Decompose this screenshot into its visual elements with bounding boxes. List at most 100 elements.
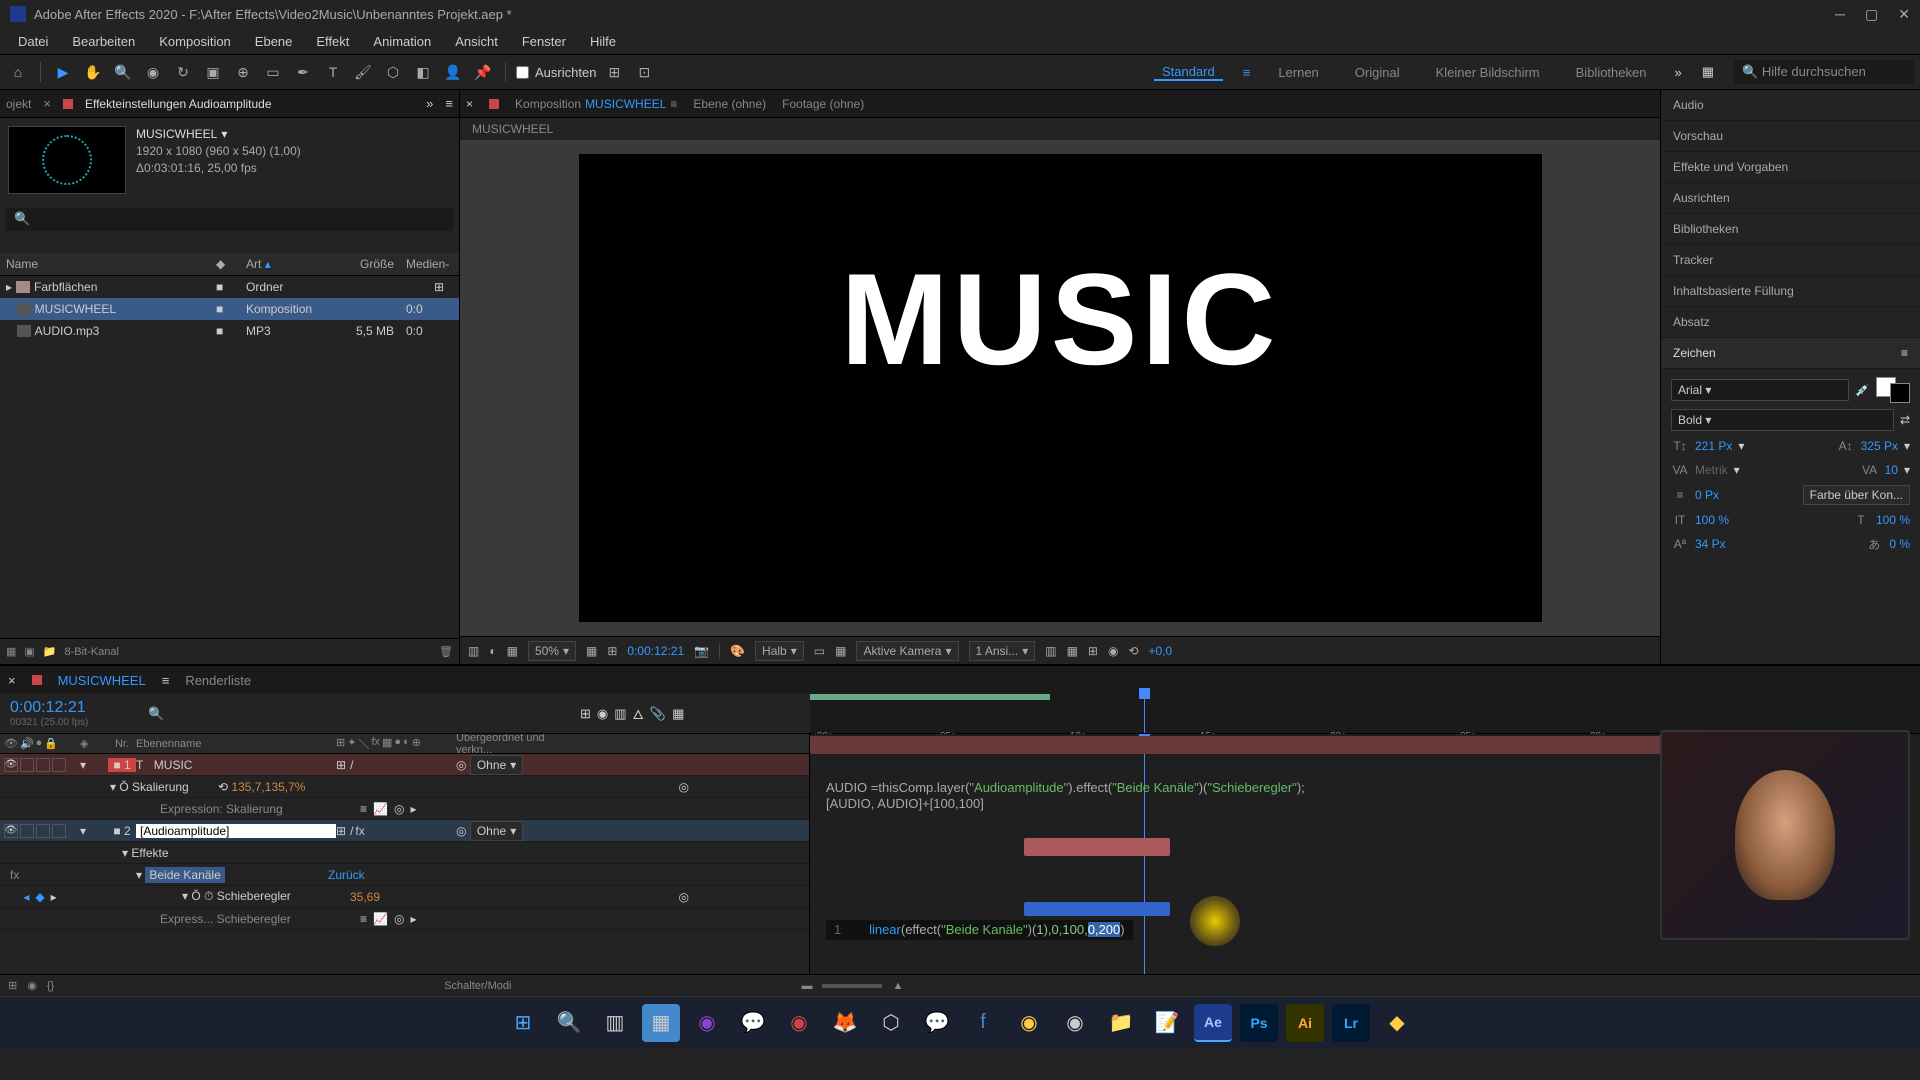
stopwatch-icon[interactable]: ⏱ (204, 889, 213, 903)
facebook-icon[interactable]: f (964, 1004, 1002, 1042)
workspace-klein[interactable]: Kleiner Bildschirm (1428, 65, 1548, 80)
menu-datei[interactable]: Datei (8, 30, 58, 53)
files-icon[interactable]: 📁 (1102, 1004, 1140, 1042)
tl-tool3-icon[interactable]: ▥ (614, 706, 626, 722)
workspace-original[interactable]: Original (1347, 65, 1408, 80)
menu-komposition[interactable]: Komposition (149, 30, 241, 53)
color-swatches[interactable] (1876, 377, 1910, 403)
home-icon[interactable]: ⌂ (6, 60, 30, 84)
expr-pickwhip-icon[interactable]: ◎ (394, 912, 404, 926)
hscale-value[interactable]: 100 % (1876, 513, 1910, 527)
camera-dropdown[interactable]: Aktive Kamera ▾ (856, 641, 958, 661)
parent-dropdown-1[interactable]: Ohne ▾ (470, 755, 523, 775)
panel-audio[interactable]: Audio (1661, 90, 1920, 121)
menu-animation[interactable]: Animation (363, 30, 441, 53)
breadcrumb[interactable]: MUSICWHEEL (460, 118, 1660, 140)
footage-tab[interactable]: Footage (ohne) (782, 97, 864, 111)
expr-graph-icon[interactable]: 📈 (373, 802, 388, 816)
time-ruler[interactable]: :00s 05s 10s 15s 20s 25s 30s 35s 40s (810, 694, 1920, 733)
stroke-value[interactable]: 0 Px (1695, 488, 1719, 502)
zoom-slider[interactable] (822, 984, 882, 988)
comp-tab[interactable]: Komposition MUSICWHEEL ≡ (515, 97, 677, 111)
tab-effekteinstellungen[interactable]: Effekteinstellungen Audioamplitude (85, 97, 272, 111)
grid-icon[interactable]: ⊞ (607, 644, 617, 658)
project-row-folder[interactable]: ▸ Farbflächen ■ Ordner ⊞ (0, 276, 459, 298)
app3-icon[interactable]: ◉ (1010, 1004, 1048, 1042)
panel-ausrichten[interactable]: Ausrichten (1661, 183, 1920, 214)
menu-ebene[interactable]: Ebene (245, 30, 303, 53)
puppet-tool-icon[interactable]: 📌 (471, 60, 495, 84)
font-weight-dropdown[interactable]: Bold ▾ (1671, 409, 1894, 431)
ai-icon[interactable]: Ai (1286, 1004, 1324, 1042)
add-key-icon[interactable]: ◆ (35, 890, 44, 904)
tl-tool4-icon[interactable]: 🜂 (633, 701, 644, 727)
exposure-value[interactable]: +0,0 (1149, 644, 1173, 658)
expr-pickwhip-icon[interactable]: ◎ (679, 890, 689, 904)
transparency-icon[interactable]: ▦ (835, 644, 846, 658)
col-media[interactable]: Medien- (400, 253, 450, 275)
solo-col-icon[interactable]: ● (36, 737, 43, 750)
workspace-standard[interactable]: Standard (1154, 64, 1223, 81)
work-area-bar[interactable] (810, 694, 1050, 700)
channel-icon[interactable]: ▦ (507, 644, 518, 658)
workspace-menu-icon[interactable]: ≡ (1243, 65, 1251, 80)
parent-dropdown-2[interactable]: Ohne ▾ (470, 821, 523, 841)
rotate-tool-icon[interactable]: ↻ (171, 60, 195, 84)
expr-lang-icon[interactable]: ▸ (410, 802, 416, 816)
font-family-dropdown[interactable]: Arial ▾ (1671, 379, 1849, 401)
pickwhip-col-icon[interactable]: ◈ (80, 737, 108, 750)
snap-icon[interactable]: ⊞ (602, 60, 626, 84)
schieberegler-row[interactable]: ◂ ◆ ▸ ▾ Ŏ ⏱ Schieberegler 35,69 ◎ (0, 886, 809, 908)
panel-bibliotheken[interactable]: Bibliotheken (1661, 214, 1920, 245)
tl-footer-icon2[interactable]: ◉ (27, 979, 37, 992)
views-dropdown[interactable]: 1 Ansi... ▾ (969, 641, 1036, 661)
zoom-tool-icon[interactable]: 🔍 (111, 60, 135, 84)
align-checkbox[interactable] (516, 66, 529, 79)
panel-overflow-icon[interactable]: » (426, 96, 433, 111)
firefox-icon[interactable]: 🦊 (826, 1004, 864, 1042)
switches-modes-label[interactable]: Schalter/Modi (444, 980, 511, 992)
zoom-out-icon[interactable]: ▬ (801, 980, 812, 992)
minimize-button[interactable]: ─ (1835, 6, 1845, 23)
timeline-tab[interactable]: MUSICWHEEL (58, 673, 146, 688)
region-icon[interactable]: ▭ (814, 644, 825, 658)
res-icon[interactable]: ▦ (586, 644, 597, 658)
new-folder-icon[interactable]: 📁 (43, 645, 57, 658)
mask-icon[interactable]: ▥ (468, 644, 479, 658)
expr-pickwhip-icon[interactable]: ◎ (394, 802, 404, 816)
explorer-icon[interactable]: ▦ (642, 1004, 680, 1042)
prev-key-icon[interactable]: ◂ (23, 890, 29, 904)
vscale-value[interactable]: 100 % (1695, 513, 1729, 527)
roto-tool-icon[interactable]: 👤 (441, 60, 465, 84)
expr-enable-icon[interactable]: ≡ (360, 912, 367, 926)
taskview-button[interactable]: ▥ (596, 1004, 634, 1042)
panel-vorschau[interactable]: Vorschau (1661, 121, 1920, 152)
view-icon1[interactable]: ▥ (1045, 644, 1056, 658)
pickwhip-icon[interactable]: ◎ (456, 758, 466, 772)
workspace-overflow-icon[interactable]: » (1674, 65, 1681, 80)
comp-thumbnail[interactable] (8, 126, 126, 194)
anchor-tool-icon[interactable]: ⊕ (231, 60, 255, 84)
ae-icon[interactable]: Ae (1194, 1004, 1232, 1042)
timeline-timecode[interactable]: 0:00:12:21 (10, 699, 130, 717)
project-row-audio[interactable]: AUDIO.mp3 ■ MP3 5,5 MB 0:0 (0, 320, 459, 342)
workspace-bibliotheken[interactable]: Bibliotheken (1568, 65, 1655, 80)
workspace-grid-icon[interactable]: ▦ (1702, 64, 1714, 80)
kerning-value[interactable]: Metrik (1695, 463, 1728, 477)
menu-hilfe[interactable]: Hilfe (580, 30, 626, 53)
tl-tool5-icon[interactable]: 📎 (650, 706, 666, 722)
menu-fenster[interactable]: Fenster (512, 30, 576, 53)
new-comp-icon[interactable]: ▣ (24, 645, 34, 658)
selection-tool-icon[interactable]: ▶ (51, 60, 75, 84)
tab-close-icon[interactable]: × (43, 96, 51, 111)
project-search-input[interactable] (6, 208, 453, 231)
swap-colors-icon[interactable]: ⇄ (1900, 413, 1910, 427)
prop-skalierung[interactable]: ▾ Ŏ Skalierung ⟲ 135,7,135,7% ◎ (0, 776, 809, 798)
view-icon4[interactable]: ◉ (1108, 644, 1118, 658)
menu-ansicht[interactable]: Ansicht (445, 30, 508, 53)
camera-tool-icon[interactable]: ▣ (201, 60, 225, 84)
playhead[interactable] (1144, 694, 1145, 733)
whatsapp-icon[interactable]: 💬 (734, 1004, 772, 1042)
menu-bearbeiten[interactable]: Bearbeiten (62, 30, 145, 53)
scale-value[interactable]: 135,7,135,7% (231, 780, 305, 794)
